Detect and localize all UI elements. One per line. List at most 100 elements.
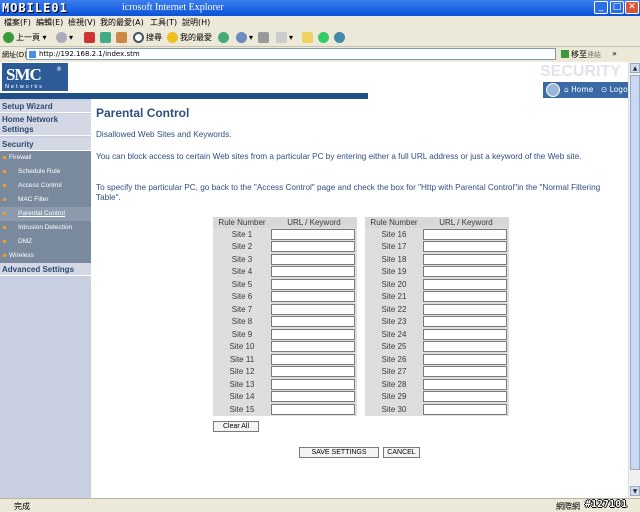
print-button[interactable] xyxy=(258,31,271,44)
url-keyword-input[interactable] xyxy=(271,266,355,278)
site-label: Site 30 xyxy=(365,403,423,416)
nav-mac-filter[interactable]: MAC Filter xyxy=(0,193,91,207)
url-keyword-input[interactable] xyxy=(271,303,355,315)
scroll-thumb[interactable] xyxy=(630,75,640,470)
back-button[interactable]: 上一頁 ▾ xyxy=(3,31,47,44)
home-button[interactable] xyxy=(116,31,129,44)
scroll-up-icon[interactable]: ▲ xyxy=(630,63,640,73)
nav-parental-control[interactable]: Parental Control xyxy=(0,207,91,221)
url-keyword-input[interactable] xyxy=(271,241,355,253)
toolbar: 上一頁 ▾ ▾ 搜尋 我的最愛 ▾ ▾ xyxy=(0,28,640,47)
media-button[interactable] xyxy=(218,31,231,44)
messenger-button[interactable] xyxy=(318,31,331,44)
refresh-button[interactable] xyxy=(100,31,113,44)
menu-tools[interactable]: 工具(T) xyxy=(150,17,177,28)
url-keyword-input[interactable] xyxy=(423,266,507,278)
url-keyword-input[interactable] xyxy=(423,316,507,328)
extra-button[interactable] xyxy=(334,31,347,44)
col-rule-number: Rule Number xyxy=(365,217,423,228)
star-icon xyxy=(167,32,178,43)
url-keyword-input[interactable] xyxy=(271,366,355,378)
nav-schedule-rule[interactable]: Schedule Rule xyxy=(0,165,91,179)
url-keyword-input[interactable] xyxy=(423,253,507,265)
toolbar-extend-icon[interactable]: » xyxy=(612,49,617,58)
close-button[interactable]: ✕ xyxy=(625,1,639,14)
search-button[interactable]: 搜尋 xyxy=(133,31,162,44)
folder-icon xyxy=(302,32,313,43)
url-keyword-input[interactable] xyxy=(271,403,355,415)
cancel-button[interactable]: CANCEL xyxy=(383,447,420,458)
site-label: Site 17 xyxy=(365,240,423,253)
site-label: Site 27 xyxy=(365,365,423,378)
save-settings-button[interactable]: SAVE SETTINGS xyxy=(299,447,379,458)
watermark-id: #127101 xyxy=(585,499,628,510)
url-keyword-input[interactable] xyxy=(423,241,507,253)
url-keyword-input[interactable] xyxy=(423,328,507,340)
sidebar: Setup Wizard Home Network Settings Secur… xyxy=(0,99,91,498)
nav-wireless[interactable]: Wireless xyxy=(0,249,91,263)
url-keyword-input[interactable] xyxy=(423,366,507,378)
url-keyword-input[interactable] xyxy=(423,391,507,403)
nav-advanced-settings[interactable]: Advanced Settings xyxy=(0,263,91,276)
nav-firewall[interactable]: Firewall xyxy=(0,151,91,165)
menu-favorites[interactable]: 我的最愛(A) xyxy=(100,17,144,28)
favorites-button[interactable]: 我的最愛 xyxy=(167,31,212,44)
maximize-button[interactable]: □ xyxy=(610,1,624,14)
url-keyword-input[interactable] xyxy=(271,316,355,328)
go-button[interactable]: 移至 xyxy=(561,49,587,60)
window-title: icrosoft Internet Explorer xyxy=(122,2,224,13)
url-keyword-input[interactable] xyxy=(423,353,507,365)
home-link[interactable]: ⌂ Home xyxy=(564,85,593,94)
url-keyword-input[interactable] xyxy=(271,391,355,403)
minimize-button[interactable]: _ xyxy=(594,1,608,14)
table-row: Site 3 Site 18 xyxy=(213,253,509,266)
url-keyword-input[interactable] xyxy=(423,378,507,390)
site-label: Site 18 xyxy=(365,253,423,266)
discuss-button[interactable] xyxy=(302,31,315,44)
media-icon xyxy=(218,32,229,43)
stop-icon xyxy=(84,32,95,43)
url-keyword-input[interactable] xyxy=(423,228,507,240)
stop-button[interactable] xyxy=(84,31,97,44)
nav-home-network[interactable]: Home Network Settings xyxy=(0,114,91,136)
clear-all-button[interactable]: Clear All xyxy=(213,421,259,432)
nav-intrusion-detection[interactable]: Intrusion Detection xyxy=(0,221,91,235)
url-keyword-input[interactable] xyxy=(271,328,355,340)
url-keyword-input[interactable] xyxy=(271,228,355,240)
address-input[interactable]: http://192.168.2.1/index.stm xyxy=(26,48,556,60)
vertical-scrollbar[interactable]: ▲ ▼ xyxy=(628,62,640,498)
table-row: Site 13 Site 28 xyxy=(213,378,509,391)
links-label[interactable]: 連結 xyxy=(587,50,601,60)
url-keyword-input[interactable] xyxy=(423,278,507,290)
url-keyword-input[interactable] xyxy=(271,378,355,390)
home-icon xyxy=(116,32,127,43)
nav-access-control[interactable]: Access Control xyxy=(0,179,91,193)
mail-button[interactable]: ▾ xyxy=(236,31,253,44)
scroll-down-icon[interactable]: ▼ xyxy=(630,486,640,496)
url-keyword-input[interactable] xyxy=(271,278,355,290)
menu-view[interactable]: 檢視(V) xyxy=(68,17,96,28)
url-keyword-input[interactable] xyxy=(423,341,507,353)
nav-dmz[interactable]: DMZ xyxy=(0,235,91,249)
zone-label: 網際網 xyxy=(556,502,580,511)
refresh-icon xyxy=(100,32,111,43)
nav-security[interactable]: Security xyxy=(0,138,91,151)
menu-edit[interactable]: 編輯(E) xyxy=(36,17,63,28)
menu-help[interactable]: 說明(H) xyxy=(182,17,210,28)
url-keyword-input[interactable] xyxy=(271,353,355,365)
col-url-keyword: URL / Keyword xyxy=(271,217,357,228)
nav-setup-wizard[interactable]: Setup Wizard xyxy=(0,101,91,113)
menu-file[interactable]: 檔案(F) xyxy=(4,17,31,28)
site-label: Site 20 xyxy=(365,278,423,291)
site-label: Site 6 xyxy=(213,290,271,303)
edit-button[interactable]: ▾ xyxy=(276,31,293,44)
url-keyword-input[interactable] xyxy=(423,291,507,303)
url-keyword-input[interactable] xyxy=(271,253,355,265)
url-keyword-input[interactable] xyxy=(271,291,355,303)
forward-arrow-icon xyxy=(56,32,67,43)
site-label: Site 11 xyxy=(213,353,271,366)
url-keyword-input[interactable] xyxy=(423,303,507,315)
forward-button[interactable]: ▾ xyxy=(56,31,73,44)
url-keyword-input[interactable] xyxy=(423,403,507,415)
url-keyword-input[interactable] xyxy=(271,341,355,353)
